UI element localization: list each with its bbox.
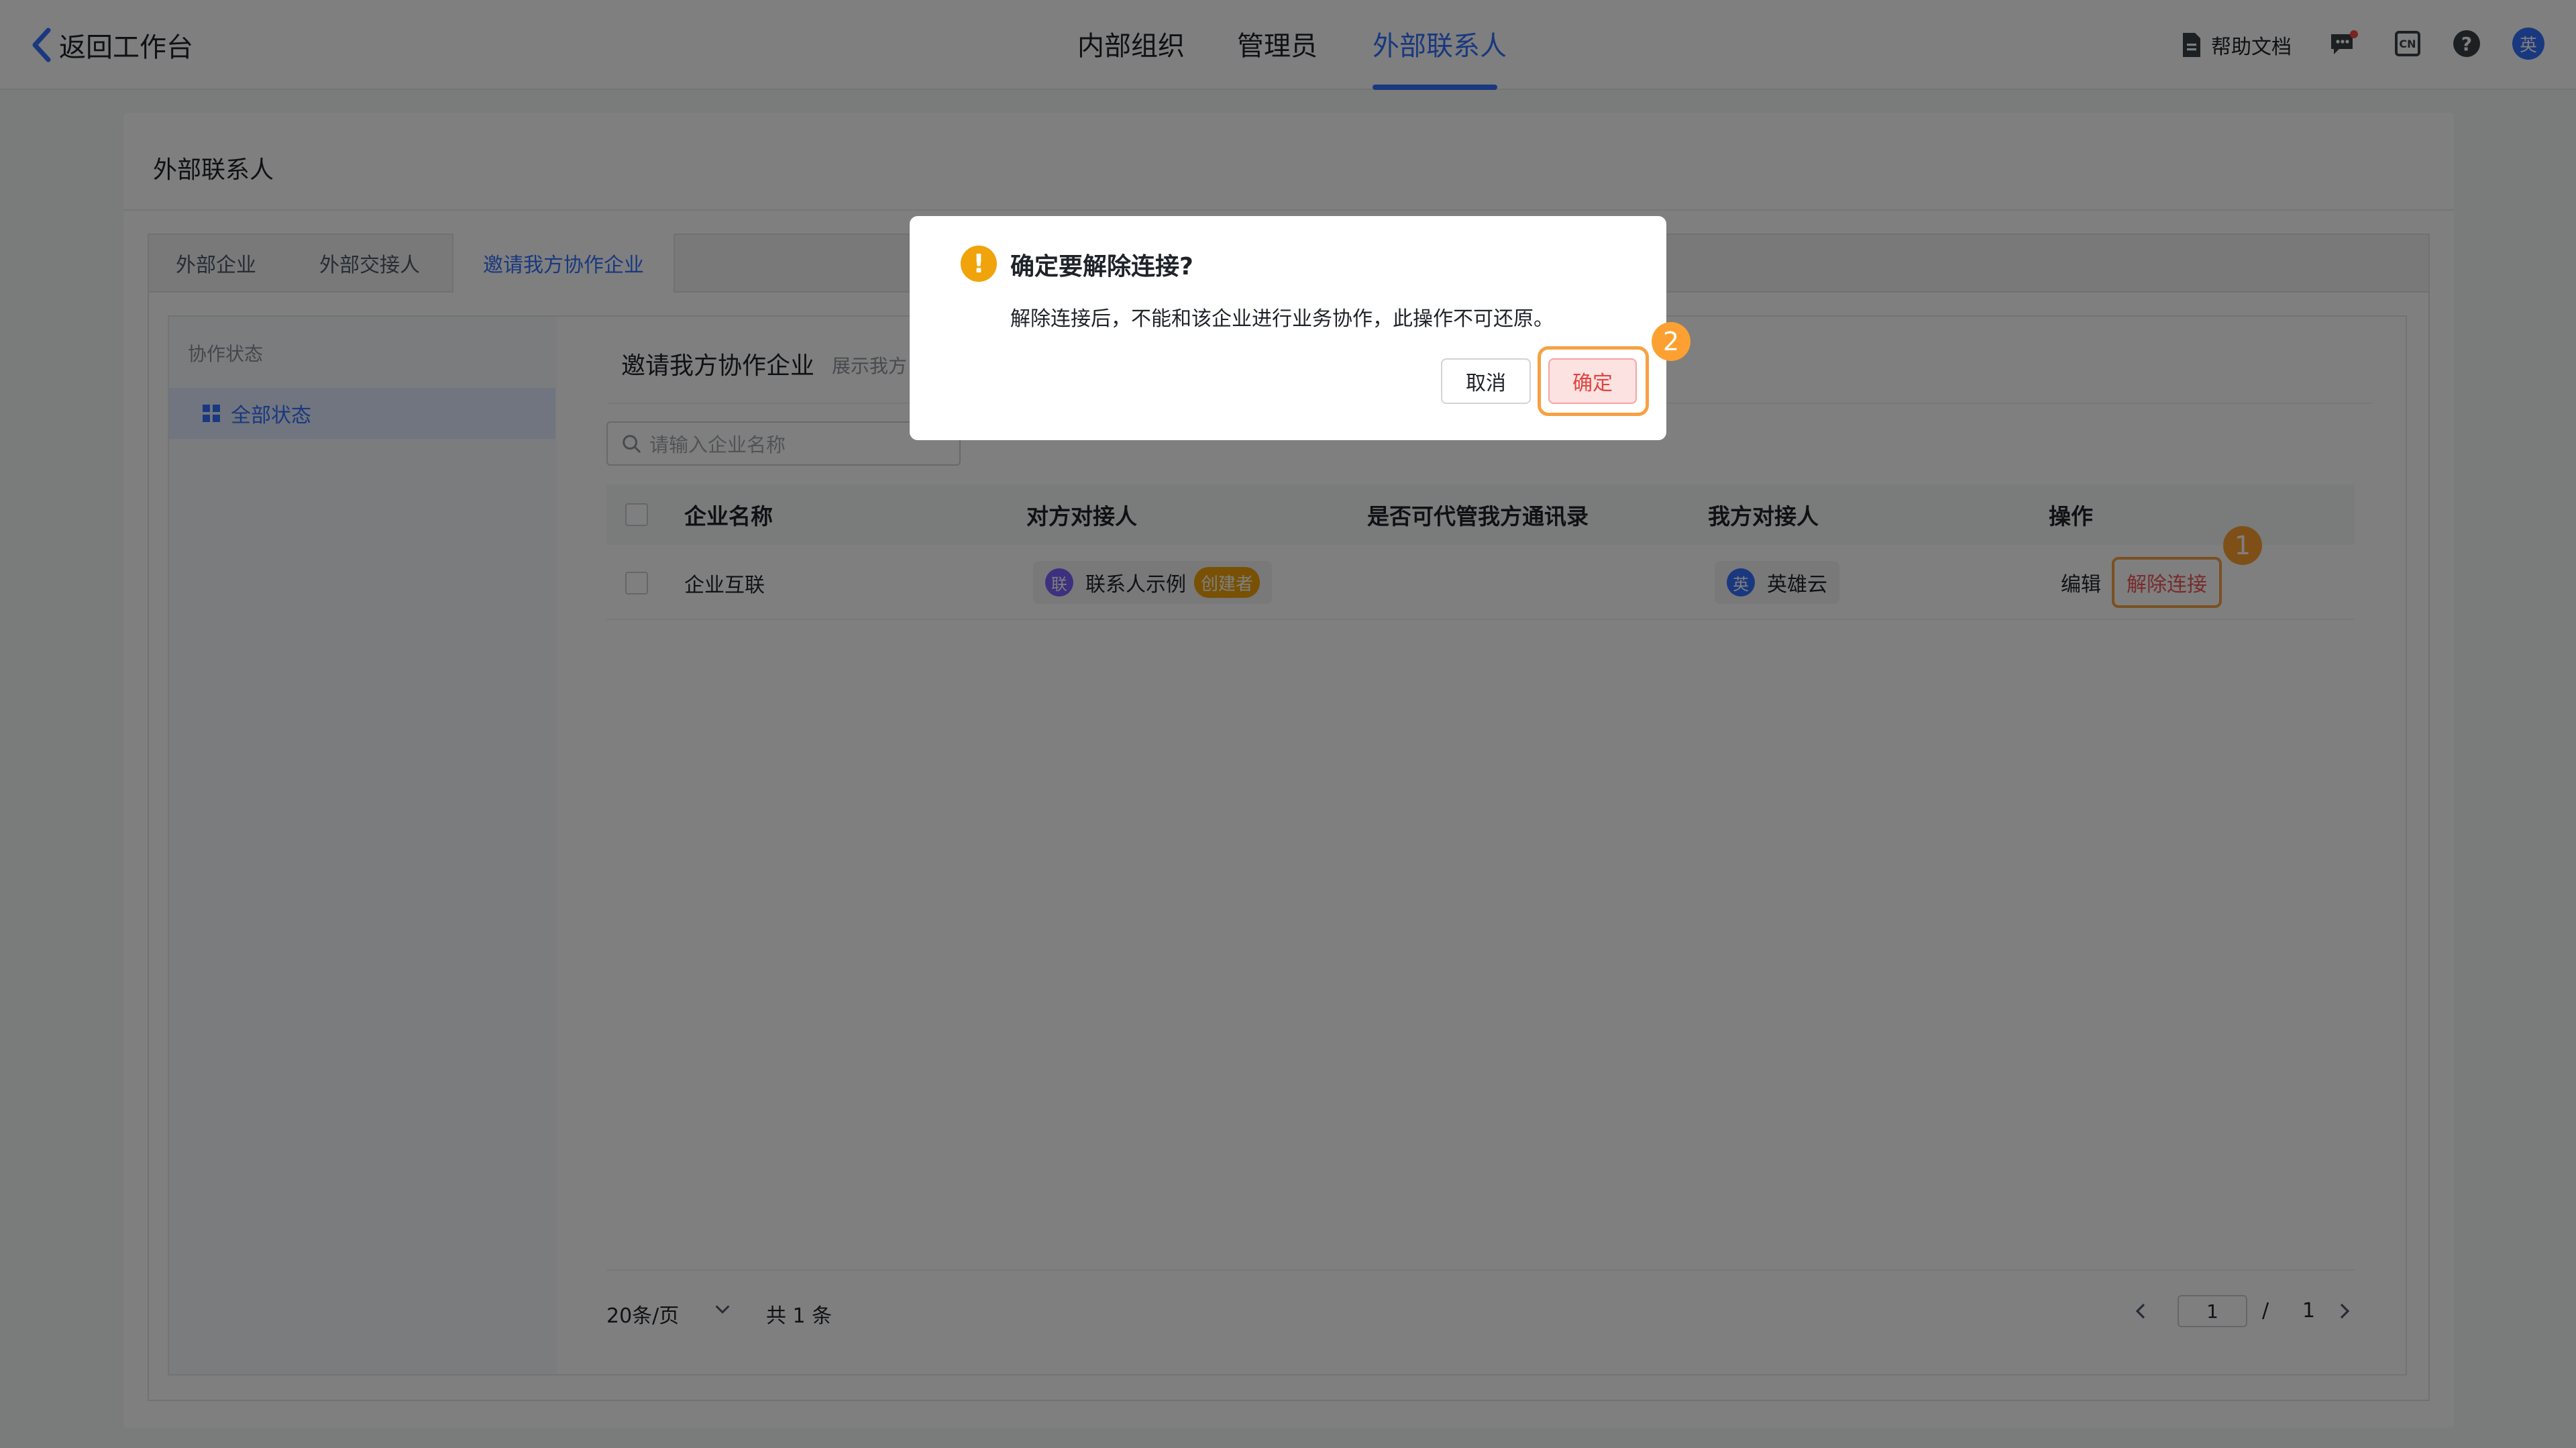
cancel-button[interactable]: 取消 — [1441, 358, 1531, 404]
warning-icon: ! — [961, 246, 997, 282]
step-marker-2: 2 — [1652, 322, 1690, 361]
confirm-button[interactable]: 确定 — [1548, 358, 1637, 404]
dialog-title: 确定要解除连接? — [1010, 253, 1193, 280]
dialog-message: 解除连接后，不能和该企业进行业务协作，此操作不可还原。 — [1010, 307, 1554, 331]
